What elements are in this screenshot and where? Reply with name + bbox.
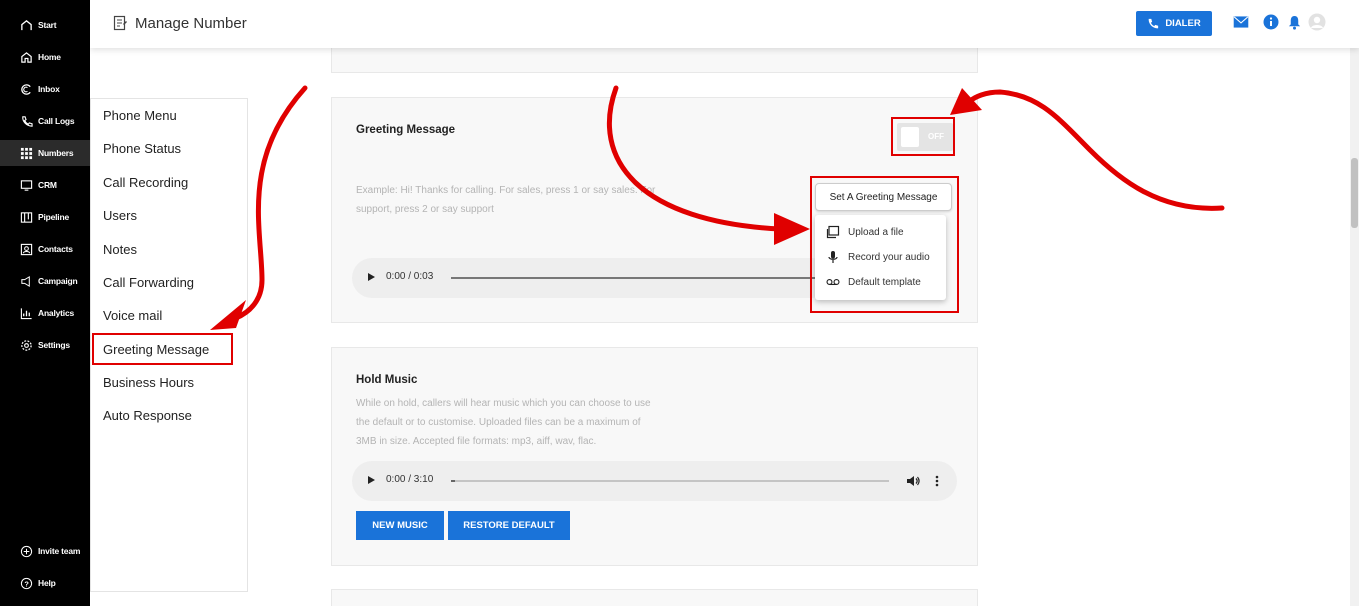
bell-icon[interactable]: [1285, 13, 1303, 31]
avatar[interactable]: [1308, 13, 1326, 31]
page-title: Manage Number: [135, 15, 247, 32]
hold-music-audio-player[interactable]: 0:00 / 3:10: [352, 461, 957, 501]
info-icon[interactable]: [1262, 13, 1280, 31]
submenu-item-phone-status[interactable]: Phone Status: [103, 141, 181, 156]
highlight-greeting-menu-item: [92, 333, 233, 365]
greeting-title: Greeting Message: [356, 124, 456, 136]
dialer-button[interactable]: DIALER: [1136, 11, 1212, 36]
submenu-item-users[interactable]: Users: [103, 208, 137, 223]
new-music-button[interactable]: NEW MUSIC: [356, 511, 444, 540]
next-settings-card: [331, 589, 978, 606]
sidebar-item-label: Campaign: [38, 276, 78, 286]
phone-icon: [20, 115, 33, 128]
notebook-icon: [112, 15, 128, 31]
page-scrollbar[interactable]: [1350, 48, 1359, 606]
sidebar-item-label: Help: [38, 578, 56, 588]
placeholder-line: support, press 2 or say support: [356, 204, 494, 215]
analytics-icon: [20, 307, 33, 320]
crm-icon: [20, 179, 33, 192]
sidebar-item-analytics[interactable]: Analytics: [0, 300, 90, 326]
main-sidebar: Start Home Inbox Call Logs Numbers CRM P…: [0, 0, 90, 606]
sidebar-item-help[interactable]: ? Help: [0, 570, 90, 596]
play-icon[interactable]: [368, 476, 375, 484]
submenu-item-call-recording[interactable]: Call Recording: [103, 175, 188, 190]
submenu-item-phone-menu[interactable]: Phone Menu: [103, 108, 177, 123]
description-line: the default or to customise. Uploaded fi…: [356, 417, 641, 428]
home-icon: [20, 51, 33, 64]
sidebar-item-label: CRM: [38, 180, 57, 190]
sidebar-item-pipeline[interactable]: Pipeline: [0, 204, 90, 230]
svg-text:?: ?: [24, 579, 29, 588]
sidebar-item-label: Invite team: [38, 546, 81, 556]
sidebar-item-campaign[interactable]: Campaign: [0, 268, 90, 294]
sidebar-item-label: Start: [38, 20, 57, 30]
scrollbar-thumb[interactable]: [1351, 158, 1358, 228]
highlight-toggle: [891, 117, 955, 156]
submenu-item-voice-mail[interactable]: Voice mail: [103, 308, 162, 323]
play-icon[interactable]: [368, 273, 375, 281]
audio-progress-track[interactable]: [451, 480, 889, 482]
help-icon: ?: [20, 577, 33, 590]
hold-music-title: Hold Music: [356, 374, 418, 386]
keypad-icon: [20, 147, 33, 160]
audio-progress-track[interactable]: [451, 277, 831, 279]
sidebar-item-label: Home: [38, 52, 61, 62]
sidebar-item-label: Settings: [38, 340, 70, 350]
sidebar-item-label: Call Logs: [38, 116, 75, 126]
sidebar-item-label: Contacts: [38, 244, 73, 254]
highlight-greeting-dropdown: [810, 176, 959, 313]
arrow-to-toggle: [967, 89, 1225, 211]
description-line: While on hold, callers will hear music w…: [356, 398, 651, 409]
more-options-icon[interactable]: [934, 474, 940, 488]
pipeline-icon: [20, 211, 33, 224]
greeting-audio-player[interactable]: 0:00 / 0:03: [352, 258, 832, 298]
dialer-label: DIALER: [1165, 18, 1201, 29]
gear-icon: [20, 339, 33, 352]
sidebar-item-label: Analytics: [38, 308, 74, 318]
hold-music-card: Hold Music While on hold, callers will h…: [331, 347, 978, 566]
submenu-item-business-hours[interactable]: Business Hours: [103, 375, 194, 390]
sidebar-item-start[interactable]: Start: [0, 12, 90, 38]
start-icon: [20, 19, 33, 32]
description-line: 3MB in size. Accepted file formats: mp3,…: [356, 436, 597, 447]
phone-icon: [1148, 18, 1159, 28]
sidebar-item-home[interactable]: Home: [0, 44, 90, 70]
submenu-item-notes[interactable]: Notes: [103, 242, 137, 257]
campaign-icon: [20, 275, 33, 288]
mail-icon[interactable]: [1232, 13, 1250, 31]
greeting-placeholder: Example: Hi! Thanks for calling. For sal…: [356, 181, 655, 219]
audio-progress-fill: [451, 480, 455, 482]
placeholder-line: Example: Hi! Thanks for calling. For sal…: [356, 185, 656, 196]
sidebar-item-settings[interactable]: Settings: [0, 332, 90, 358]
plus-circle-icon: [20, 545, 33, 558]
sidebar-item-crm[interactable]: CRM: [0, 172, 90, 198]
audio-time: 0:00 / 3:10: [386, 474, 434, 485]
inbox-icon: [20, 83, 33, 96]
top-header: Manage Number DIALER: [90, 0, 1359, 48]
submenu-item-auto-response[interactable]: Auto Response: [103, 408, 192, 423]
restore-default-button[interactable]: RESTORE DEFAULT: [448, 511, 570, 540]
sidebar-item-inbox[interactable]: Inbox: [0, 76, 90, 102]
sidebar-item-numbers[interactable]: Numbers: [0, 140, 90, 166]
sidebar-item-call-logs[interactable]: Call Logs: [0, 108, 90, 134]
sidebar-item-contacts[interactable]: Contacts: [0, 236, 90, 262]
hold-music-description: While on hold, callers will hear music w…: [356, 394, 651, 451]
sidebar-item-label: Pipeline: [38, 212, 69, 222]
submenu-item-call-forwarding[interactable]: Call Forwarding: [103, 275, 194, 290]
sidebar-item-invite-team[interactable]: Invite team: [0, 538, 90, 564]
sidebar-item-label: Numbers: [38, 148, 74, 158]
contacts-icon: [20, 243, 33, 256]
volume-icon[interactable]: [906, 474, 920, 488]
sidebar-item-label: Inbox: [38, 84, 60, 94]
audio-time: 0:00 / 0:03: [386, 271, 434, 282]
